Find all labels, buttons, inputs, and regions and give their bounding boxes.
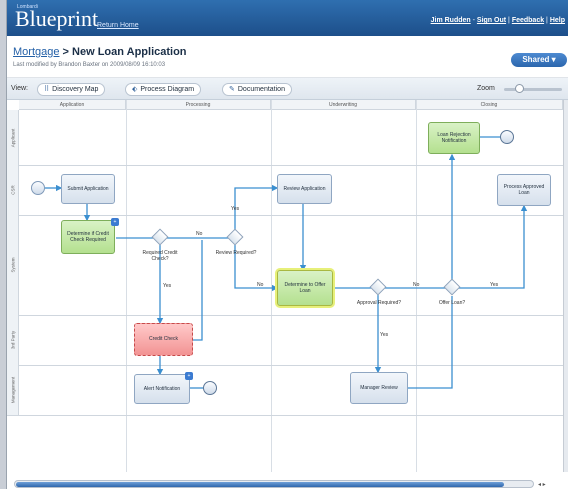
page-title: New Loan Application bbox=[72, 46, 187, 58]
task-label: Credit Check bbox=[149, 336, 178, 343]
page-header: Mortgage > New Loan Application Last mod… bbox=[7, 36, 568, 78]
task-label: Submit Application bbox=[67, 185, 109, 192]
end-event-icon[interactable] bbox=[500, 130, 514, 144]
app-window: Lombardi Blueprint Return Home Jim Rudde… bbox=[6, 0, 568, 489]
task-label: Manager Review bbox=[360, 384, 398, 391]
chevron-down-icon: ▾ bbox=[551, 55, 556, 64]
app-logo[interactable]: Blueprint bbox=[15, 6, 98, 32]
gateway-label-review-required: Review Required? bbox=[215, 250, 257, 256]
task-label: Review Application bbox=[283, 185, 326, 192]
feedback-link[interactable]: Feedback bbox=[512, 17, 544, 24]
flow-icon: ⬖ bbox=[132, 86, 138, 93]
breadcrumb: Mortgage > New Loan Application bbox=[13, 46, 187, 58]
shared-button[interactable]: Shared ▾ bbox=[511, 53, 567, 67]
scroll-arrows-icon[interactable]: ◂ ▸ bbox=[538, 481, 546, 488]
horizontal-scrollbar-thumb[interactable] bbox=[16, 482, 504, 487]
edit-icon: ✎ bbox=[229, 86, 235, 93]
task-label: Process Approved Loan bbox=[503, 183, 545, 196]
diagram-canvas[interactable]: Application Processing Underwriting Clos… bbox=[7, 100, 563, 472]
task-alert-notification[interactable]: Alert Notification bbox=[134, 374, 190, 404]
documentation-button[interactable]: ✎ Documentation bbox=[222, 83, 292, 96]
zoom-label: Zoom bbox=[477, 85, 495, 92]
task-process-approved-loan[interactable]: Process Approved Loan bbox=[497, 174, 551, 206]
user-name-link[interactable]: Jim Rudden bbox=[431, 17, 471, 24]
gateway-label-offer-loan: Offer Loan? bbox=[438, 300, 466, 306]
task-label: Alert Notification bbox=[143, 385, 181, 392]
comment-badge-icon[interactable]: + bbox=[111, 218, 119, 226]
task-determine-to-offer-loan[interactable]: Determine to Offer Loan bbox=[277, 270, 333, 306]
grid-icon: ⠿ bbox=[44, 86, 50, 93]
edge-label-yes: Yes bbox=[490, 282, 499, 288]
edge-label-no: No bbox=[257, 282, 264, 288]
breadcrumb-parent-link[interactable]: Mortgage bbox=[13, 46, 59, 58]
task-label: Determine to Offer Loan bbox=[284, 281, 326, 294]
sign-out-link[interactable]: Sign Out bbox=[477, 17, 506, 24]
task-loan-rejection-notification[interactable]: Loan Rejection Notification bbox=[428, 122, 480, 154]
view-label: View: bbox=[11, 85, 28, 92]
return-home-link[interactable]: Return Home bbox=[97, 22, 139, 29]
edge-label-yes: Yes bbox=[231, 206, 240, 212]
task-label: Determine if Credit Check Required bbox=[67, 230, 109, 243]
help-link[interactable]: Help bbox=[550, 17, 565, 24]
process-diagram-button[interactable]: ⬖ Process Diagram bbox=[125, 83, 202, 96]
horizontal-scrollbar[interactable] bbox=[14, 480, 534, 488]
task-review-application[interactable]: Review Application bbox=[277, 174, 332, 204]
edge-label-yes: Yes bbox=[163, 283, 172, 289]
last-modified-text: Last modified by Brandon Baxter on 2009/… bbox=[13, 62, 166, 68]
comment-badge-icon[interactable]: + bbox=[185, 372, 193, 380]
gateway-label-required-credit: Required Credit Check? bbox=[142, 250, 178, 262]
shared-label: Shared bbox=[522, 55, 550, 64]
zoom-slider-handle[interactable] bbox=[515, 84, 524, 93]
zoom-slider-track[interactable] bbox=[504, 88, 562, 91]
task-manager-review[interactable]: Manager Review bbox=[350, 372, 408, 404]
vertical-scrollbar[interactable] bbox=[563, 100, 568, 472]
task-label: Loan Rejection Notification bbox=[437, 131, 471, 144]
documentation-label: Documentation bbox=[237, 86, 285, 93]
discovery-map-button[interactable]: ⠿ Discovery Map bbox=[37, 83, 106, 96]
gateway-label-approval-required: Approval Required? bbox=[356, 300, 402, 306]
edge-label-no: No bbox=[196, 231, 203, 237]
start-event-icon[interactable] bbox=[31, 181, 45, 195]
task-determine-credit-check[interactable]: Determine if Credit Check Required bbox=[61, 220, 115, 254]
user-links: Jim Rudden - Sign Out | Feedback | Help bbox=[430, 17, 565, 24]
edge-label-yes: Yes bbox=[380, 332, 389, 338]
discovery-map-label: Discovery Map bbox=[52, 86, 99, 93]
process-diagram-label: Process Diagram bbox=[140, 86, 195, 93]
task-submit-application[interactable]: Submit Application bbox=[61, 174, 115, 204]
edge-label-no: No bbox=[413, 282, 420, 288]
top-bar: Lombardi Blueprint Return Home Jim Rudde… bbox=[7, 0, 568, 36]
task-credit-check[interactable]: Credit Check bbox=[134, 323, 193, 356]
end-event-icon[interactable] bbox=[203, 381, 217, 395]
breadcrumb-separator: > bbox=[59, 46, 73, 58]
view-toolbar: View: ⠿ Discovery Map ⬖ Process Diagram ✎ D… bbox=[7, 78, 568, 100]
